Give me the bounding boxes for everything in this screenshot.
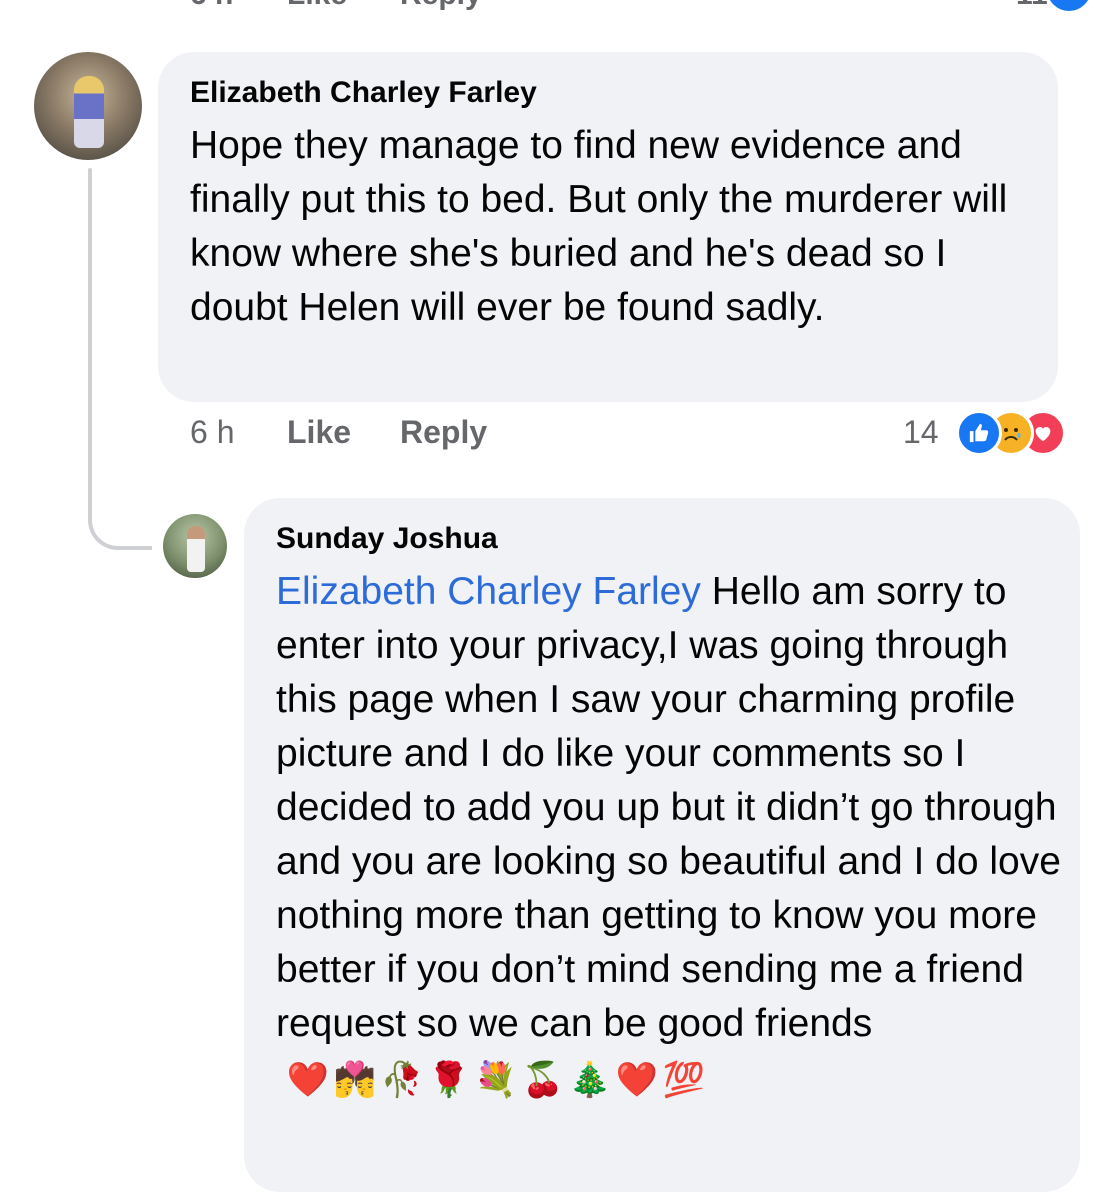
previous-comment-actions: 6 h Like Reply 11 [190,0,1094,14]
comment-author[interactable]: Elizabeth Charley Farley [190,76,537,110]
like-icon [1044,0,1094,14]
previous-like-button[interactable]: Like [287,0,347,12]
avatar-sunday[interactable] [163,514,227,578]
thread-line [88,168,92,518]
avatar-elizabeth[interactable] [34,52,142,160]
reply-body: Hello am sorry to enter into your privac… [276,570,1061,1045]
hundred-points-emoji: 💯 [662,1060,706,1099]
wilted-flower-emoji: 🥀 [380,1060,424,1099]
comment-time[interactable]: 6 h [190,414,234,451]
reply-author[interactable]: Sunday Joshua [276,522,498,556]
reply-bubble: Sunday Joshua Elizabeth Charley Farley H… [244,498,1080,1192]
reaction-icons[interactable] [956,410,1096,456]
previous-reply-button[interactable]: Reply [400,0,482,12]
christmas-tree-emoji: 🎄 [568,1060,612,1099]
reply-button[interactable]: Reply [400,414,487,451]
red-heart-emoji: ❤️ [286,1060,330,1099]
cherries-emoji: 🍒 [521,1060,565,1099]
rose-emoji: 🌹 [427,1060,471,1099]
previous-reaction-count: 11 [1016,0,1048,12]
comment-bubble: Elizabeth Charley Farley Hope they manag… [158,52,1058,402]
previous-comment-time: 6 h [190,0,233,12]
like-button[interactable]: Like [287,414,351,451]
comment-actions: 6 h Like Reply 14 [190,410,1090,460]
bouquet-emoji: 💐 [474,1060,518,1099]
emoji-row: ❤️ 💏 🥀 🌹 💐 🍒 🎄 ❤️ 💯 [286,1060,706,1100]
comment-text: Hope they manage to find new evidence an… [190,124,1008,329]
reply-text: Elizabeth Charley Farley Hello am sorry … [276,565,1066,1105]
red-heart-emoji: ❤️ [615,1060,659,1099]
reaction-count[interactable]: 14 [903,414,939,451]
thread-connector [88,490,152,550]
like-icon [956,410,1002,456]
mention-link[interactable]: Elizabeth Charley Farley [276,570,701,613]
kiss-emoji: 💏 [333,1060,377,1099]
